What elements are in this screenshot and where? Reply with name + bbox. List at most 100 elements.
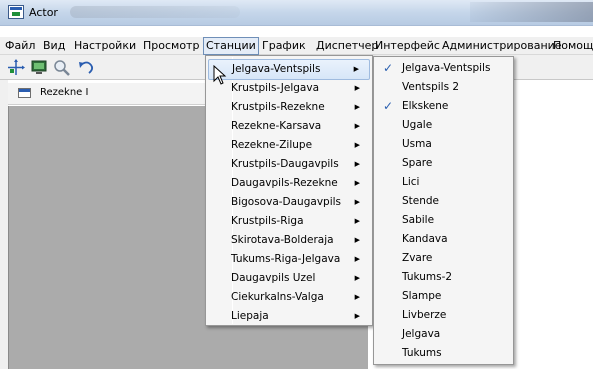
menu-help[interactable]: Помощь	[551, 37, 593, 55]
station-item[interactable]: Ugale	[376, 115, 511, 136]
submenu-arrow-icon: ▶	[353, 65, 359, 73]
menu-item-label: Ciekurkalns-Valga	[231, 291, 324, 303]
window-title: Actor	[29, 6, 58, 19]
station-item[interactable]: Usma	[376, 134, 511, 155]
station-item-label: Jelgava-Ventspils	[402, 62, 491, 74]
menu-view[interactable]: Вид	[41, 37, 67, 55]
station-item-label: Sabile	[402, 214, 435, 226]
station-item-label: Lici	[402, 176, 420, 188]
station-item-label: Usma	[402, 138, 432, 150]
child-window-header[interactable]: Rezekne I	[8, 83, 218, 105]
submenu-arrow-icon: ▶	[354, 141, 360, 149]
station-item-label: Zvare	[402, 252, 433, 264]
station-item-label: Livberze	[402, 309, 447, 321]
stations-menu-item[interactable]: Daugavpils Uzel ▶	[208, 268, 370, 289]
title-blur	[70, 6, 240, 18]
station-item-label: Tukums-2	[402, 271, 453, 283]
submenu-arrow-icon: ▶	[354, 198, 360, 206]
submenu-arrow-icon: ▶	[354, 103, 360, 111]
title-bar: Actor	[0, 0, 593, 26]
magnifier-icon[interactable]	[53, 59, 71, 76]
window-left-edge	[0, 80, 8, 369]
stations-menu-item[interactable]: Krustpils-Riga ▶	[208, 211, 370, 232]
app-icon	[8, 5, 24, 19]
submenu-arrow-icon: ▶	[354, 255, 360, 263]
menu-file[interactable]: Файл	[3, 37, 37, 55]
menu-item-label: Liepaja	[231, 310, 269, 322]
station-item[interactable]: Slampe	[376, 286, 511, 307]
station-item-label: Ugale	[402, 119, 433, 131]
submenu-arrow-icon: ▶	[354, 122, 360, 130]
crosshair-icon[interactable]	[7, 59, 25, 76]
monitor-icon[interactable]	[30, 59, 48, 76]
menu-settings[interactable]: Настройки	[72, 37, 138, 55]
stations-menu-item[interactable]: Krustpils-Rezekne ▶	[208, 97, 370, 118]
stations-menu-item[interactable]: Bigosova-Daugavpils ▶	[208, 192, 370, 213]
menu-item-label: Krustpils-Daugavpils	[231, 158, 339, 170]
stations-menu-item[interactable]: Tukums-Riga-Jelgava ▶	[208, 249, 370, 270]
station-item[interactable]: Zvare	[376, 248, 511, 269]
submenu-arrow-icon: ▶	[354, 312, 360, 320]
child-window-title: Rezekne I	[40, 87, 89, 98]
station-item-label: Jelgava	[402, 328, 441, 340]
menu-stations[interactable]: Станции	[203, 37, 259, 55]
stations-menu-item[interactable]: Rezekne-Zilupe ▶	[208, 135, 370, 156]
station-item-label: Stende	[402, 195, 440, 207]
submenu-arrow-icon: ▶	[354, 84, 360, 92]
station-item[interactable]: Tukums	[376, 343, 511, 364]
stations-menu-item[interactable]: Rezekne-Karsava ▶	[208, 116, 370, 137]
stations-menu-item[interactable]: Daugavpils-Rezekne ▶	[208, 173, 370, 194]
stations-menu-item[interactable]: Liepaja ▶	[208, 306, 370, 327]
submenu-arrow-icon: ▶	[354, 160, 360, 168]
checkmark-icon: ✓	[383, 61, 394, 75]
station-item-label: Tukums	[402, 347, 442, 359]
station-item[interactable]: Lici	[376, 172, 511, 193]
menu-item-label: Daugavpils Uzel	[231, 272, 316, 284]
stations-menu-item[interactable]: Krustpils-Jelgava ▶	[208, 78, 370, 99]
station-item[interactable]: Tukums-2	[376, 267, 511, 288]
menu-item-label: Krustpils-Jelgava	[231, 82, 320, 94]
station-item-label: Spare	[402, 157, 433, 169]
submenu-arrow-icon: ▶	[354, 236, 360, 244]
menu-administration[interactable]: Администрирование	[440, 37, 564, 55]
station-item-label: Ventspils 2	[402, 81, 460, 93]
stations-menu-item[interactable]: Krustpils-Daugavpils ▶	[208, 154, 370, 175]
submenu-arrow-icon: ▶	[354, 274, 360, 282]
station-item[interactable]: Jelgava	[376, 324, 511, 345]
stations-submenu: ✓ Jelgava-Ventspils Ventspils 2 ✓ Elkskene Ug…	[373, 56, 514, 365]
menu-item-label: Rezekne-Zilupe	[231, 139, 313, 151]
menu-dispatcher[interactable]: Диспетчер	[314, 37, 380, 55]
window-icon	[18, 88, 31, 98]
menu-item-label: Tukums-Riga-Jelgava	[231, 253, 341, 265]
station-item[interactable]: Kandava	[376, 229, 511, 250]
submenu-arrow-icon: ▶	[354, 217, 360, 225]
station-item[interactable]: Stende	[376, 191, 511, 212]
stations-menu: Jelgava-Ventspils ▶ Krustpils-Jelgava ▶ Krus…	[205, 55, 373, 326]
stations-menu-item[interactable]: Skirotava-Bolderaja ▶	[208, 230, 370, 251]
menu-browse[interactable]: Просмотр	[141, 37, 201, 55]
menu-item-label: Skirotava-Bolderaja	[231, 234, 334, 246]
station-item[interactable]: Livberze	[376, 305, 511, 326]
stations-menu-item[interactable]: Ciekurkalns-Valga ▶	[208, 287, 370, 308]
station-item[interactable]: ✓ Jelgava-Ventspils	[376, 58, 511, 79]
station-item-label: Kandava	[402, 233, 448, 245]
station-item[interactable]: Spare	[376, 153, 511, 174]
submenu-arrow-icon: ▶	[354, 179, 360, 187]
submenu-arrow-icon: ▶	[354, 293, 360, 301]
undo-icon[interactable]	[77, 59, 95, 76]
stations-menu-item[interactable]: Jelgava-Ventspils ▶	[208, 59, 370, 80]
menu-item-label: Rezekne-Karsava	[231, 120, 322, 132]
checkmark-icon: ✓	[383, 99, 394, 113]
menu-item-label: Krustpils-Riga	[231, 215, 304, 227]
station-item[interactable]: Ventspils 2	[376, 77, 511, 98]
menu-item-label: Jelgava-Ventspils	[232, 63, 321, 75]
mouse-cursor-icon	[213, 65, 227, 85]
menu-interface[interactable]: Интерфейс	[373, 37, 442, 55]
window-controls-blur	[470, 2, 593, 22]
station-item[interactable]: ✓ Elkskene	[376, 96, 511, 117]
station-item[interactable]: Sabile	[376, 210, 511, 231]
menu-bar: Файл Вид Настройки Просмотр Станции Граф…	[0, 37, 593, 55]
menu-schedule[interactable]: График	[260, 37, 308, 55]
station-item-label: Slampe	[402, 290, 442, 302]
menu-item-label: Bigosova-Daugavpils	[231, 196, 341, 208]
